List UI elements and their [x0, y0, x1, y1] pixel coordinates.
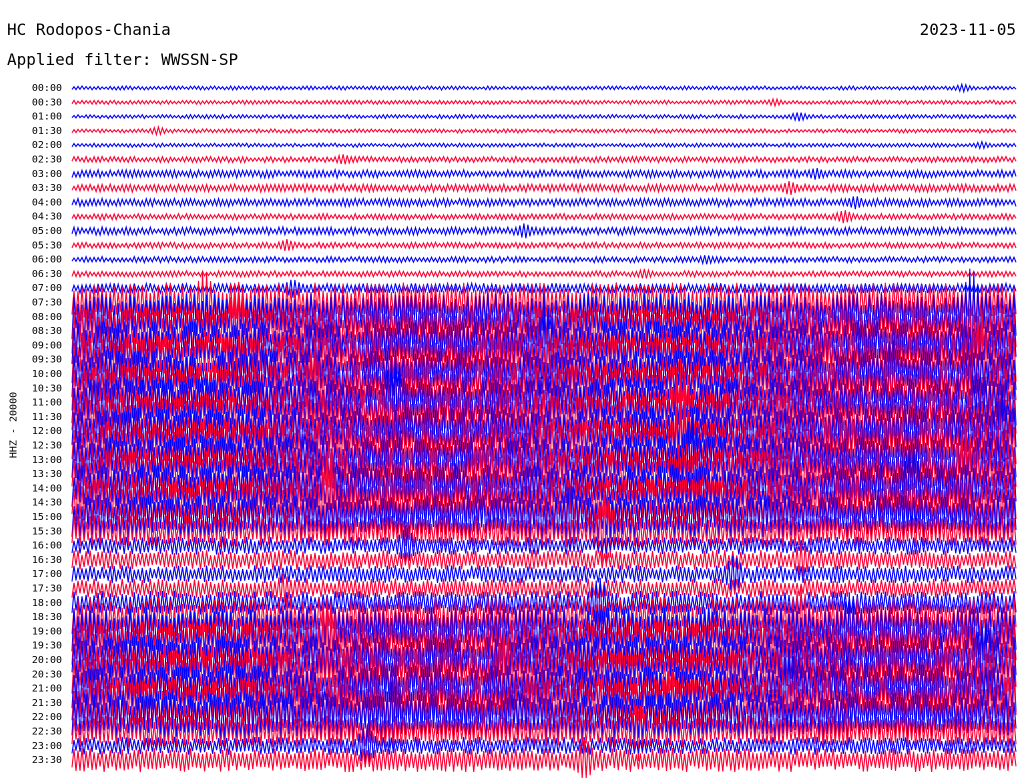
- time-tick-label: 16:30: [32, 555, 62, 566]
- time-tick-label: 05:30: [32, 240, 62, 251]
- time-tick-label: 20:00: [32, 655, 62, 666]
- time-tick-label: 07:00: [32, 283, 62, 294]
- time-tick-label: 09:30: [32, 355, 62, 366]
- time-tick-label: 13:00: [32, 455, 62, 466]
- time-tick-label: 14:00: [32, 483, 62, 494]
- trace-line: [71, 210, 1017, 224]
- time-tick-label: 12:00: [32, 426, 62, 437]
- trace-line: [71, 139, 1017, 151]
- trace-line: [71, 153, 1017, 165]
- time-tick-label: 22:30: [32, 727, 62, 738]
- time-tick-label: 02:30: [32, 155, 62, 166]
- time-tick-label: 00:30: [32, 97, 62, 108]
- time-tick-label: 23:00: [32, 741, 62, 752]
- time-tick-label: 17:00: [32, 569, 62, 580]
- time-tick-label: 15:00: [32, 512, 62, 523]
- time-tick-label: 23:30: [32, 755, 62, 766]
- time-tick-label: 03:30: [32, 183, 62, 194]
- time-tick-label: 11:00: [32, 398, 62, 409]
- time-tick-label: 07:30: [32, 298, 62, 309]
- time-tick-label: 02:00: [32, 140, 62, 151]
- trace-line: [71, 267, 1017, 279]
- time-tick-label: 15:30: [32, 526, 62, 537]
- time-tick-label: 18:30: [32, 612, 62, 623]
- time-tick-label: 01:00: [32, 112, 62, 123]
- time-tick-label: 06:00: [32, 255, 62, 266]
- time-tick-label: 04:00: [32, 197, 62, 208]
- trace-line: [71, 181, 1017, 195]
- time-tick-label: 12:30: [32, 441, 62, 452]
- time-tick-label: 01:30: [32, 126, 62, 137]
- time-tick-label: 08:30: [32, 326, 62, 337]
- trace-line: [71, 82, 1017, 94]
- time-tick-label: 04:30: [32, 212, 62, 223]
- trace-line: [71, 223, 1017, 239]
- time-tick-label: 00:00: [32, 83, 62, 94]
- trace-line: [71, 97, 1017, 108]
- time-tick-label: 05:00: [32, 226, 62, 237]
- time-tick-label: 03:00: [32, 169, 62, 180]
- trace-line: [71, 254, 1017, 266]
- trace-line: [71, 124, 1017, 137]
- time-tick-label: 09:00: [32, 340, 62, 351]
- seismogram-plot: 00:00 00:30 01:00 01:30 02:00 02:30 03:00 03:30…: [32, 82, 1017, 779]
- time-tick-label: 17:30: [32, 584, 62, 595]
- trace-line: [71, 167, 1017, 180]
- time-tick-label: 10:30: [32, 383, 62, 394]
- time-tick-label: 19:30: [32, 641, 62, 652]
- trace-line: [71, 196, 1017, 210]
- time-tick-label: 16:00: [32, 541, 62, 552]
- time-tick-label: 14:30: [32, 498, 62, 509]
- trace-line: [71, 111, 1017, 123]
- time-tick-label: 08:00: [32, 312, 62, 323]
- time-tick-label: 22:00: [32, 712, 62, 723]
- time-tick-label: 21:30: [32, 698, 62, 709]
- time-tick-label: 13:30: [32, 469, 62, 480]
- time-tick-label: 18:00: [32, 598, 62, 609]
- time-tick-label: 10:00: [32, 369, 62, 380]
- time-tick-label: 19:00: [32, 626, 62, 637]
- time-tick-label: 20:30: [32, 669, 62, 680]
- time-tick-label: 06:30: [32, 269, 62, 280]
- time-tick-label: 21:00: [32, 684, 62, 695]
- trace-line: [71, 239, 1017, 252]
- time-tick-label: 11:30: [32, 412, 62, 423]
